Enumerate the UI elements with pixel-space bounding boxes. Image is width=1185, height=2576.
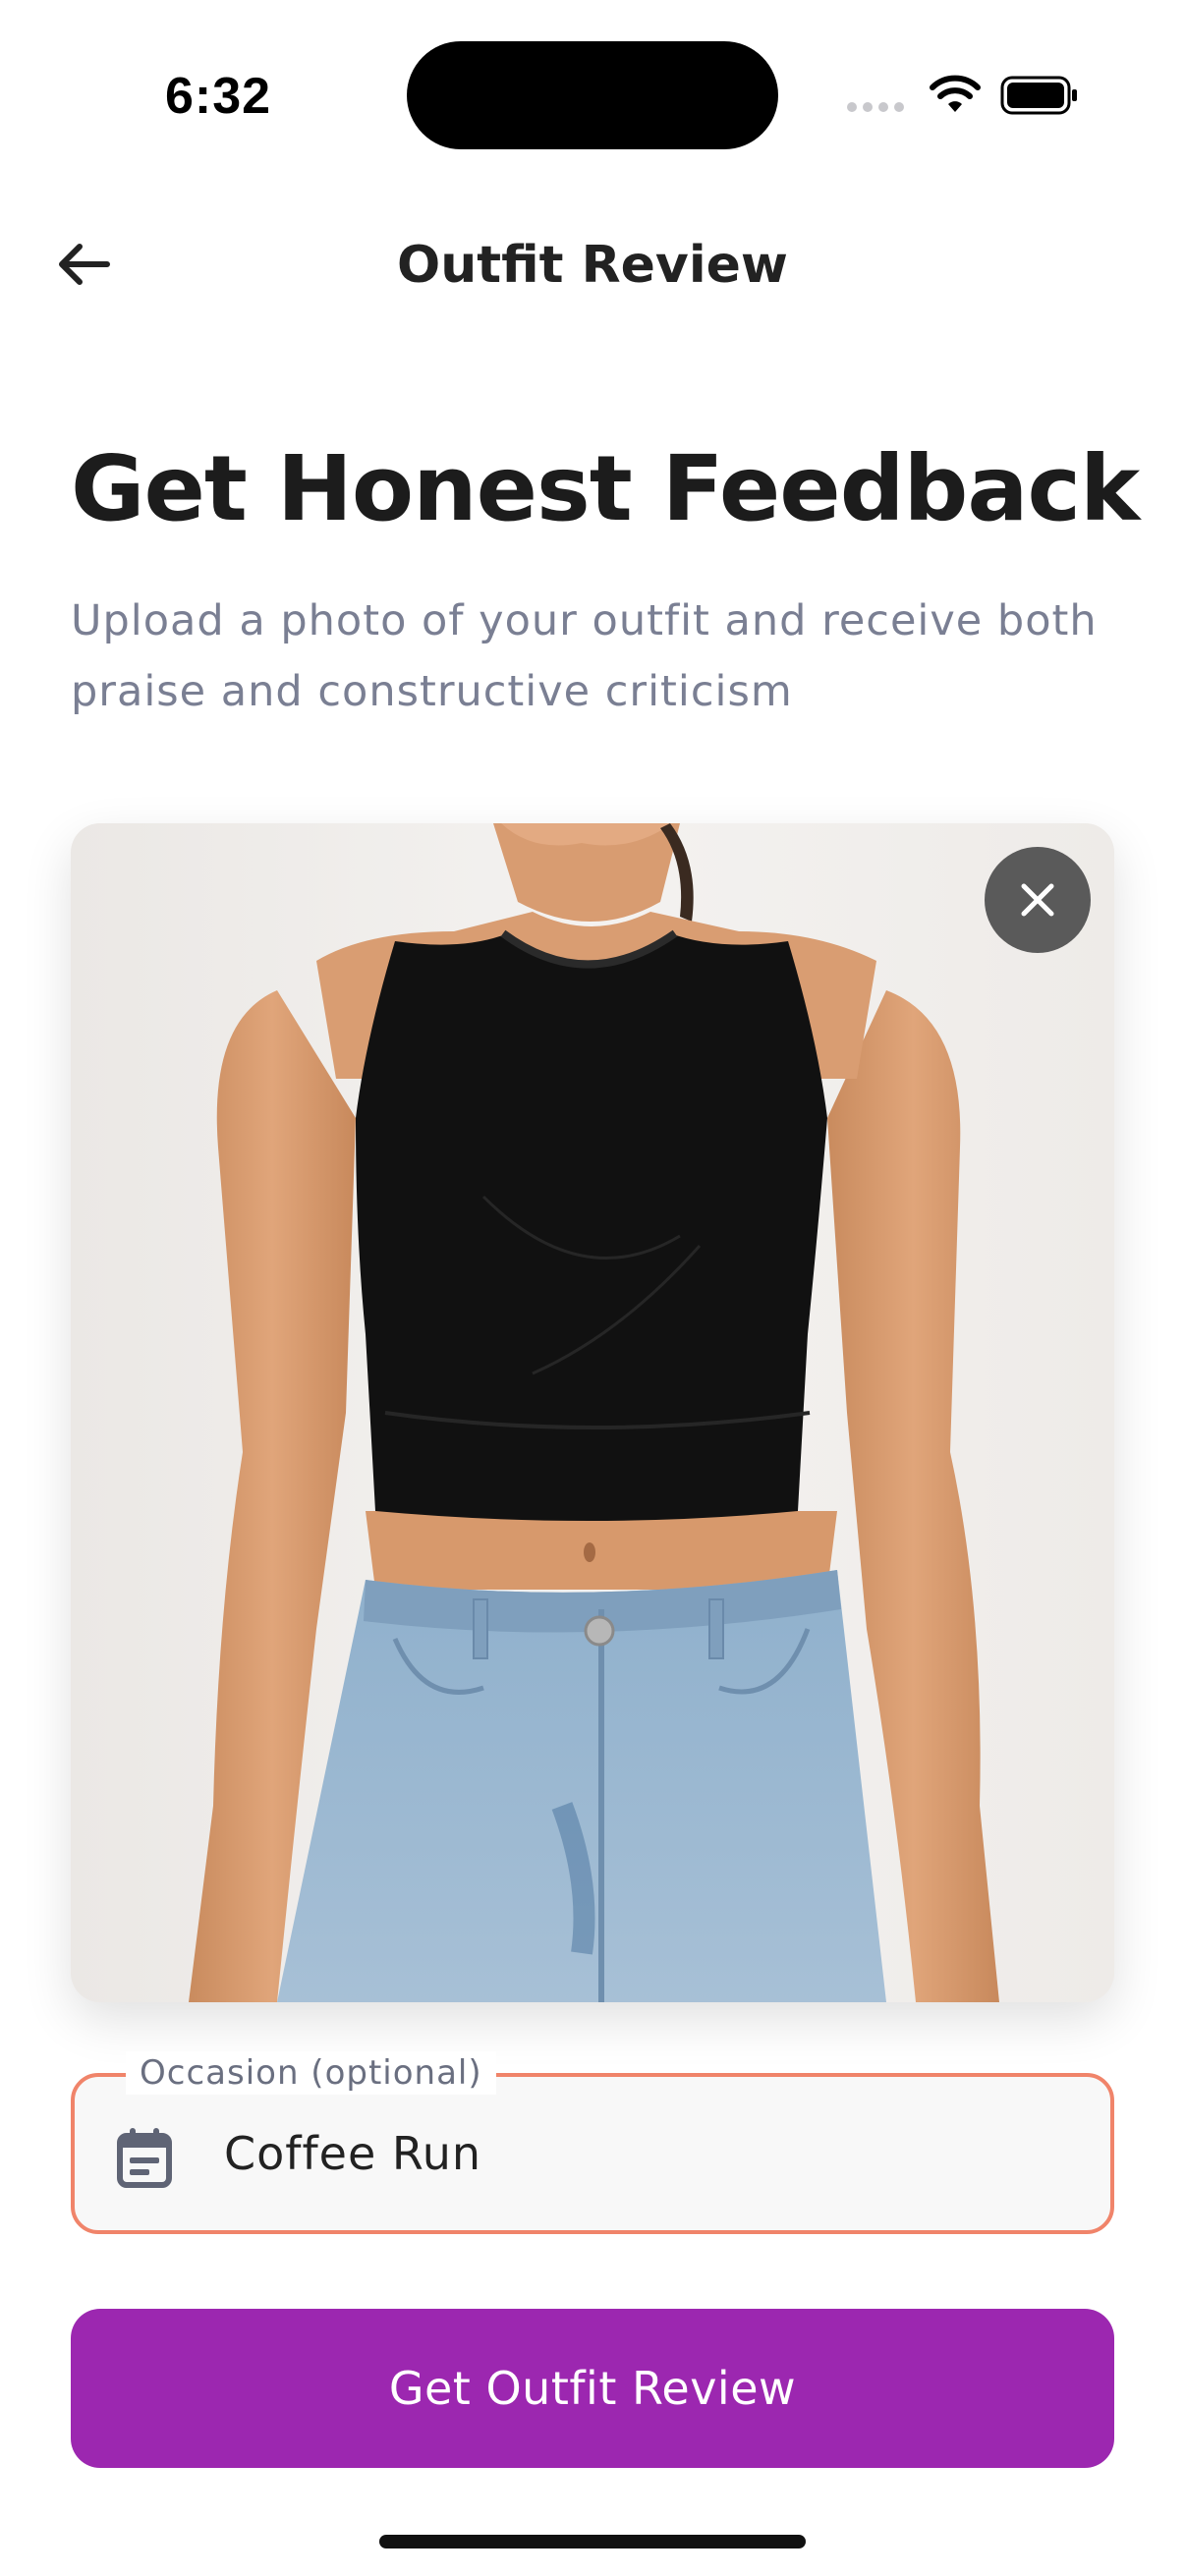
dynamic-island (407, 41, 778, 149)
headline: Get Honest Feedback (71, 436, 1140, 541)
status-time: 6:32 (165, 68, 272, 125)
occasion-field[interactable]: Occasion (optional) (71, 2051, 1114, 2234)
occasion-input[interactable] (224, 2122, 1049, 2185)
home-indicator[interactable] (379, 2535, 806, 2548)
wifi-icon (930, 75, 981, 112)
page-title: Outfit Review (397, 236, 788, 295)
get-outfit-review-button[interactable]: Get Outfit Review (71, 2309, 1114, 2468)
battery-icon (1000, 76, 1077, 115)
outfit-photo-illustration (71, 823, 1114, 2002)
close-icon (1021, 883, 1054, 917)
outfit-photo[interactable] (71, 823, 1114, 2002)
calendar-icon (117, 2128, 172, 2188)
cellular-signal-icon (847, 102, 904, 112)
occasion-label: Occasion (optional) (126, 2051, 496, 2095)
remove-photo-button[interactable] (985, 847, 1091, 953)
subtitle: Upload a photo of your outfit and receiv… (71, 596, 1098, 716)
